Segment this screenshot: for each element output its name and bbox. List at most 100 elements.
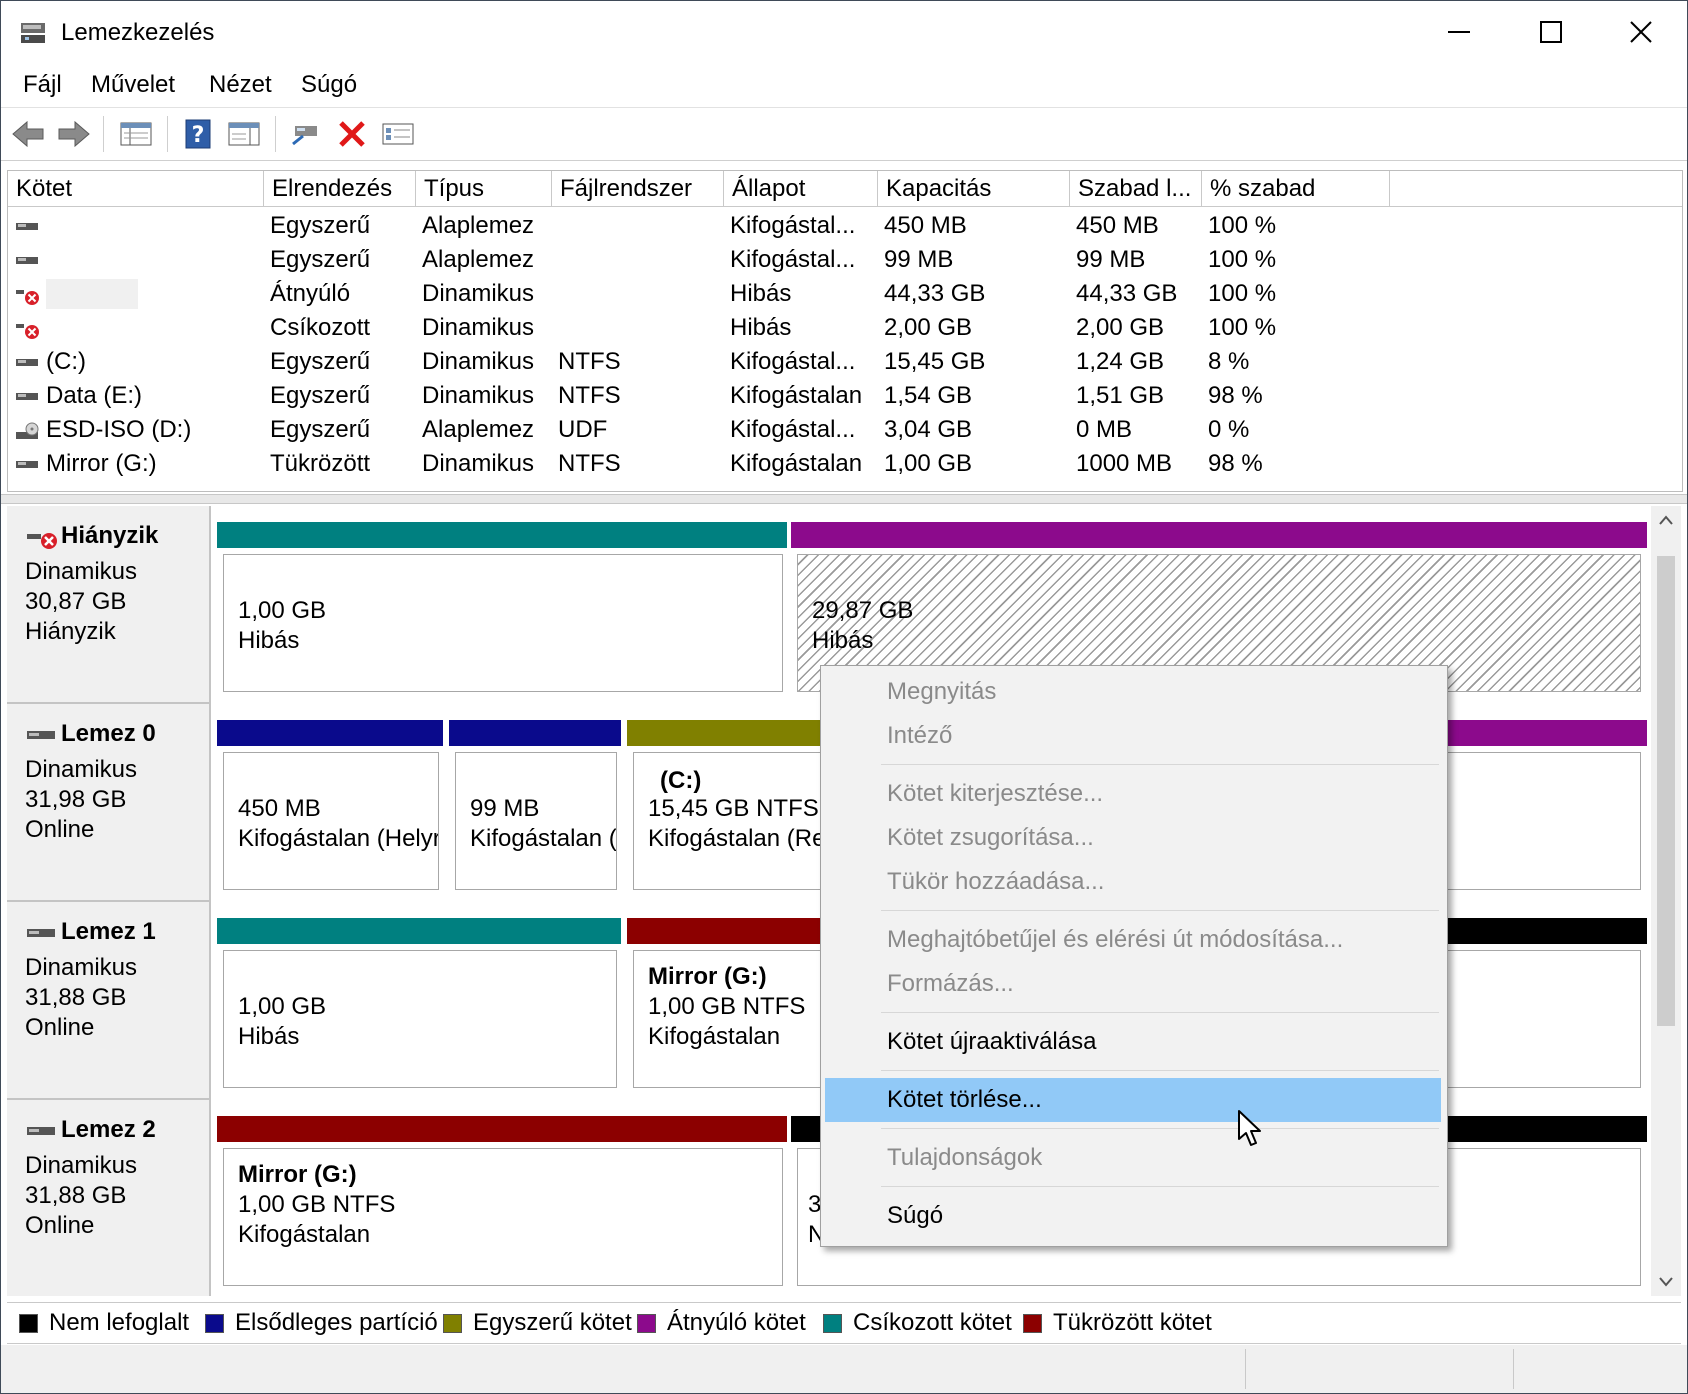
partition-status: Hibás [238, 627, 300, 654]
vertical-scrollbar[interactable] [1651, 506, 1681, 1296]
partition-size: 1,00 GB NTFS [648, 993, 806, 1020]
partition-disk1-1[interactable]: 1,00 GB Hibás [220, 947, 620, 1091]
cell-pct: 98 % [1208, 450, 1263, 477]
disk-list-button[interactable] [117, 116, 155, 152]
partition-size: 99 MB [470, 795, 540, 822]
legend-label: Átnyúló kötet [667, 1309, 806, 1336]
table-row[interactable]: Csíkozott Dinamikus Hibás 2,00 GB 2,00 GB 100… [8, 311, 1682, 345]
back-button[interactable] [9, 116, 47, 152]
table-row[interactable]: Data (E:) Egyszerű Dinamikus NTFS Kifogástal… [8, 379, 1682, 413]
menu-item-shrink-volume[interactable]: Kötet zsugorítása... [825, 816, 1441, 860]
menu-separator [881, 1070, 1439, 1071]
partition-status: Hibás [238, 1023, 300, 1050]
maximize-button[interactable] [1505, 1, 1597, 63]
disk-info-disk-2[interactable]: Lemez 2 Dinamikus 31,88 GB Online [7, 1100, 211, 1296]
menu-item-format[interactable]: Formázás... [825, 962, 1441, 1006]
menu-separator [881, 1012, 1439, 1013]
partition-stripe-mirrored [217, 1116, 787, 1142]
cell-cap: 1,00 GB [884, 450, 973, 477]
legend-swatch-primary [205, 1314, 224, 1333]
partition-disk2-mirror[interactable]: Mirror (G:) 1,00 GB NTFS Kifogástalan [220, 1145, 786, 1289]
delete-x-icon [339, 121, 365, 147]
toolbar: ? [1, 108, 1687, 161]
checklist-button[interactable] [379, 116, 417, 152]
delete-button[interactable] [333, 116, 371, 152]
table-row[interactable]: Egyszerű Alaplemez Kifogástal... 450 MB 450 … [8, 209, 1682, 243]
close-button[interactable] [1595, 1, 1687, 63]
cell-pct: 98 % [1208, 382, 1263, 409]
disk-name: Lemez 2 [61, 1116, 156, 1143]
column-header-percent-free[interactable]: % szabad [1202, 171, 1390, 207]
partition-disk0-2[interactable]: 99 MB Kifogástalan ( [452, 749, 620, 893]
cell-status: Kifogástal... [730, 212, 856, 239]
disk-info-disk-0[interactable]: Lemez 0 Dinamikus 31,98 GB Online [7, 704, 211, 902]
properties-button[interactable] [225, 116, 263, 152]
menu-item-explore[interactable]: Intéző [825, 714, 1441, 758]
help-button[interactable]: ? [179, 116, 217, 152]
menu-action[interactable]: Művelet [91, 71, 175, 99]
disk-icon [27, 929, 55, 937]
column-header-layout[interactable]: Elrendezés [264, 171, 416, 207]
column-header-filesystem[interactable]: Fájlrendszer [552, 171, 724, 207]
menu-item-open[interactable]: Megnyitás [825, 670, 1441, 714]
connect-button[interactable] [287, 116, 325, 152]
disk-type: Dinamikus [25, 756, 138, 783]
table-row[interactable]: Egyszerű Alaplemez Kifogástal... 99 MB 99 MB… [8, 243, 1682, 277]
disk-type: Dinamikus [25, 954, 138, 981]
volume-name: (C:) [46, 348, 86, 375]
partition-missing-1[interactable]: 1,00 GB Hibás [220, 551, 786, 695]
drive-error-icon [16, 290, 39, 305]
scroll-down-icon[interactable] [1658, 1276, 1674, 1288]
cell-free: 99 MB [1076, 246, 1146, 273]
menu-help[interactable]: Súgó [301, 71, 357, 99]
cell-status: Kifogástalan [730, 382, 863, 409]
partition-size: 29,87 GB [812, 597, 914, 624]
disk-icon [27, 1127, 55, 1135]
disk-info-disk-1[interactable]: Lemez 1 Dinamikus 31,88 GB Online [7, 902, 211, 1100]
partition-stripe-striped [217, 918, 621, 944]
disk-type: Dinamikus [25, 558, 138, 585]
disk-info-missing[interactable]: Hiányzik Dinamikus 30,87 GB Hiányzik [7, 506, 211, 704]
drive-icon [16, 223, 38, 230]
partition-disk0-1[interactable]: 450 MB Kifogástalan (Helyr [220, 749, 442, 893]
table-row[interactable]: (C:) Egyszerű Dinamikus NTFS Kifogástal... 15… [8, 345, 1682, 379]
menu-file[interactable]: Fájl [23, 71, 62, 99]
scrollbar-thumb[interactable] [1657, 556, 1675, 1026]
column-header-type[interactable]: Típus [416, 171, 552, 207]
column-header-status[interactable]: Állapot [724, 171, 878, 207]
menu-item-help[interactable]: Súgó [825, 1194, 1441, 1238]
menu-item-properties[interactable]: Tulajdonságok [825, 1136, 1441, 1180]
mouse-cursor-icon [1238, 1110, 1261, 1146]
partition-size: 1,00 GB NTFS [238, 1191, 396, 1218]
menu-item-change-drive-letter[interactable]: Meghajtóbetűjel és elérési út módosítása… [825, 918, 1441, 962]
table-row[interactable]: Átnyúló Dinamikus Hibás 44,33 GB 44,33 GB 100… [8, 277, 1682, 311]
disk-state: Online [25, 816, 95, 843]
menu-view[interactable]: Nézet [209, 71, 272, 99]
minimize-button[interactable] [1413, 1, 1505, 63]
drive-icon [16, 393, 38, 400]
cell-cap: 99 MB [884, 246, 954, 273]
column-header-volume[interactable]: Kötet [8, 171, 264, 207]
pane-splitter[interactable] [1, 494, 1687, 504]
menu-item-extend-volume[interactable]: Kötet kiterjesztése... [825, 772, 1441, 816]
cell-fs: NTFS [558, 382, 621, 409]
volume-list[interactable]: Kötet Elrendezés Típus Fájlrendszer Álla… [7, 170, 1683, 492]
maximize-icon [1540, 21, 1562, 43]
column-header-capacity[interactable]: Kapacitás [878, 171, 1070, 207]
cell-status: Hibás [730, 280, 792, 307]
menu-item-delete-volume[interactable]: Kötet törlése... [825, 1078, 1441, 1122]
menu-separator [881, 1186, 1439, 1187]
forward-button[interactable] [55, 116, 93, 152]
volume-name: Data (E:) [46, 382, 143, 409]
cell-cap: 1,54 GB [884, 382, 973, 409]
scroll-up-icon[interactable] [1658, 514, 1674, 526]
column-header-free-space[interactable]: Szabad l... [1070, 171, 1202, 207]
cell-pct: 0 % [1208, 416, 1250, 443]
cell-type: Alaplemez [422, 246, 535, 273]
table-row[interactable]: ESD-ISO (D:) Egyszerű Alaplemez UDF Kifogást… [8, 413, 1682, 447]
menu-item-reactivate-volume[interactable]: Kötet újraaktiválása [825, 1020, 1441, 1064]
menu-item-add-mirror[interactable]: Tükör hozzáadása... [825, 860, 1441, 904]
disk-size: 31,88 GB [25, 984, 127, 1011]
cd-drive-icon [16, 422, 39, 439]
table-row[interactable]: Mirror (G:) Tükrözött Dinamikus NTFS Kifogás… [8, 447, 1682, 481]
